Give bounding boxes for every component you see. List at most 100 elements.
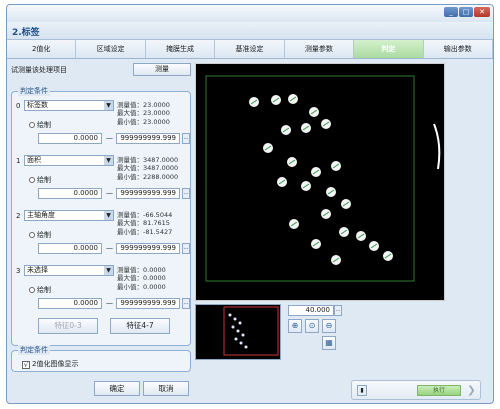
step-icon[interactable]: ▮ <box>357 385 367 396</box>
page-title: 2.标签 <box>12 28 40 38</box>
draw-label: 绘制 <box>37 121 51 129</box>
draw-radio[interactable]: 绘制 <box>29 285 51 295</box>
condition-row: 0 标签数 ▼ 测量值：23.0000 最大值：23.0000 最小值：23.00… <box>12 100 192 152</box>
checkbox-icon: √ <box>22 361 30 369</box>
zoom-fit-icon[interactable]: ⊙ <box>305 319 319 333</box>
close-button[interactable]: ✕ <box>474 7 490 17</box>
condition-row: 1 面积 ▼ 测量值：3487.0000 最大值：3487.0000 最小值：22… <box>12 155 192 207</box>
minimize-button[interactable]: _ <box>444 7 458 17</box>
thumbnail-blobs <box>228 313 248 349</box>
range-dash: — <box>106 134 113 142</box>
edge-highlight <box>433 123 441 170</box>
feature-4-7-button[interactable]: 特征4-7 <box>110 318 170 334</box>
condition-stats: 测量值：0.0000 最大值：0.0000 最小值：0.0000 <box>117 266 166 291</box>
color-palette-icon[interactable]: ▦ <box>322 336 336 350</box>
condition-index: 0 <box>16 102 21 110</box>
radio-icon <box>29 177 35 183</box>
measure-label: 试测量该处理项目 <box>11 66 67 74</box>
min-value: 最小值：0.0000 <box>117 282 166 291</box>
binarized-display-label: 2值化图像显示 <box>32 360 79 368</box>
window-controls: _ □ ✕ <box>444 7 490 17</box>
thumbnail-image <box>223 306 279 356</box>
condition-index: 2 <box>16 212 21 220</box>
condition-row: 2 主轴角度 ▼ 测量值：-66.5044 最大值：81.7615 最小值：-81… <box>12 210 192 262</box>
max-value: 最大值：3487.0000 <box>117 164 179 173</box>
condition-stats: 测量值：3487.0000 最大值：3487.0000 最小值：2288.000… <box>117 156 178 181</box>
tab-binarize[interactable]: 2值化 <box>7 40 77 58</box>
cancel-button[interactable]: 取消 <box>143 381 189 396</box>
page-header: 2.标签 <box>7 22 493 40</box>
draw-radio[interactable]: 绘制 <box>29 120 51 130</box>
tab-output-params[interactable]: 输出参数 <box>423 40 493 58</box>
min-value: 最小值：23.0000 <box>117 117 170 126</box>
image-viewer[interactable] <box>195 63 445 301</box>
title-bar: _ □ ✕ <box>7 5 493 22</box>
condition-item-value: 面积 <box>27 156 41 164</box>
measure-button[interactable]: 测量 <box>133 63 191 76</box>
zoom-in-icon[interactable]: ⊕ <box>288 319 302 333</box>
max-value: 最大值：23.0000 <box>117 109 170 118</box>
condition-item-select[interactable]: 面积 ▼ <box>24 155 114 166</box>
condition-item-select[interactable]: 未选择 ▼ <box>24 265 114 276</box>
chevron-right-icon[interactable]: ❯ <box>466 384 477 398</box>
thumbnail-view[interactable] <box>195 304 281 360</box>
range-dash: — <box>106 299 113 307</box>
judge-conditions-group: 判定条件 0 标签数 ▼ 测量值：23.0000 最大值：23.0000 最小值：… <box>11 86 192 346</box>
lower-limit-input[interactable]: 0.0000 <box>38 133 102 144</box>
zoom-stepper[interactable]: … <box>334 305 342 316</box>
more-button[interactable]: … <box>182 298 190 309</box>
lower-limit-input[interactable]: 0.0000 <box>38 188 102 199</box>
radio-icon <box>29 232 35 238</box>
zoom-out-icon[interactable]: ⊖ <box>322 319 336 333</box>
lower-limit-input[interactable]: 0.0000 <box>38 298 102 309</box>
upper-limit-input[interactable]: 999999999.999 <box>116 298 180 309</box>
max-value: 最大值：81.7615 <box>117 219 170 228</box>
chevron-down-icon: ▼ <box>104 266 113 275</box>
bottom-toolbar: ▮ 执行 ❯ <box>351 380 481 400</box>
tab-reference[interactable]: 基准设定 <box>215 40 285 58</box>
display-conditions-legend: 判定条件 <box>18 345 50 355</box>
thumbnail-blob <box>238 321 242 325</box>
upper-limit-input[interactable]: 999999999.999 <box>116 133 180 144</box>
more-button[interactable]: … <box>182 133 190 144</box>
dialog-window: _ □ ✕ 2.标签 2值化 区域设定 掩膜生成 基准设定 测量参数 判定 输出… <box>6 4 494 404</box>
condition-item-value: 主轴角度 <box>27 211 55 219</box>
min-value: 最小值：-81.5427 <box>117 227 173 236</box>
min-value: 最小值：2288.0000 <box>117 172 179 181</box>
maximize-button[interactable]: □ <box>459 7 473 17</box>
judge-conditions-legend: 判定条件 <box>18 86 50 96</box>
tab-judge[interactable]: 判定 <box>354 40 424 58</box>
condition-item-value: 未选择 <box>27 266 48 274</box>
chevron-down-icon: ▼ <box>104 211 113 220</box>
draw-radio[interactable]: 绘制 <box>29 230 51 240</box>
thumbnail-blob <box>234 337 238 341</box>
more-button[interactable]: … <box>182 188 190 199</box>
thumbnail-blob <box>236 329 240 333</box>
chevron-down-icon: ▼ <box>104 101 113 110</box>
draw-label: 绘制 <box>37 231 51 239</box>
thumbnail-blob <box>241 333 245 337</box>
more-button[interactable]: … <box>182 243 190 254</box>
condition-item-select[interactable]: 标签数 ▼ <box>24 100 114 111</box>
tab-measure-params[interactable]: 测量参数 <box>284 40 355 58</box>
tab-mask[interactable]: 掩膜生成 <box>145 40 216 58</box>
draw-radio[interactable]: 绘制 <box>29 175 51 185</box>
upper-limit-input[interactable]: 999999999.999 <box>116 188 180 199</box>
feature-0-3-button[interactable]: 特征0-3 <box>38 318 98 334</box>
ok-button[interactable]: 确定 <box>94 381 140 396</box>
display-conditions-group: 判定条件 √ 2值化图像显示 <box>11 345 191 372</box>
tab-bar: 2值化 区域设定 掩膜生成 基准设定 测量参数 判定 输出参数 <box>7 40 493 59</box>
label-blobs <box>249 94 393 265</box>
range-dash: — <box>106 244 113 252</box>
condition-stats: 测量值：23.0000 最大值：23.0000 最小值：23.0000 <box>117 101 170 126</box>
zoom-input[interactable]: 40.000 <box>288 305 334 316</box>
max-value: 最大值：0.0000 <box>117 274 166 283</box>
upper-limit-input[interactable]: 999999999.999 <box>116 243 180 254</box>
run-button[interactable]: 执行 <box>417 385 461 396</box>
lower-limit-input[interactable]: 0.0000 <box>38 243 102 254</box>
binarized-display-checkbox[interactable]: √ 2值化图像显示 <box>22 359 78 369</box>
condition-row: 3 未选择 ▼ 测量值：0.0000 最大值：0.0000 最小值：0.0000 … <box>12 265 192 317</box>
condition-item-select[interactable]: 主轴角度 ▼ <box>24 210 114 221</box>
tab-region[interactable]: 区域设定 <box>76 40 146 58</box>
thumbnail-blob <box>233 317 237 321</box>
